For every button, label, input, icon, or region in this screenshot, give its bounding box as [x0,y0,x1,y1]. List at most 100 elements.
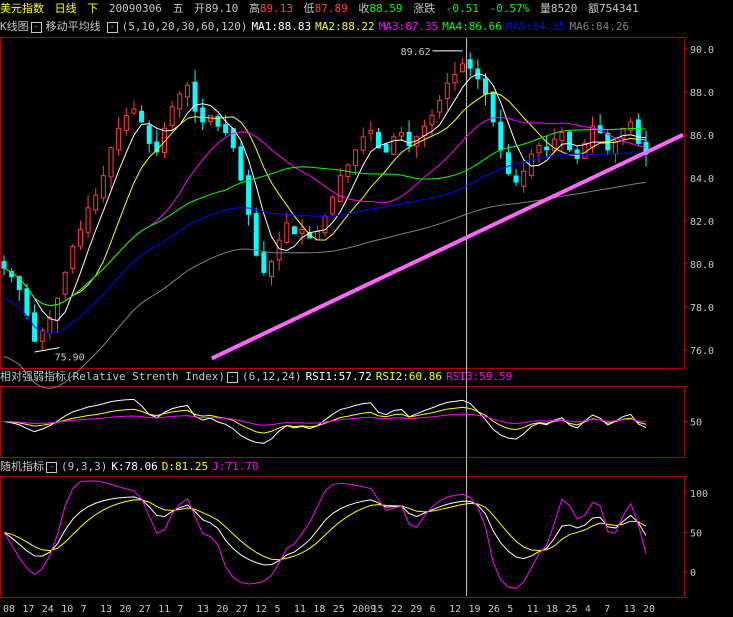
candle-body [55,297,60,321]
candle-body [383,143,389,153]
candle-body [24,288,30,316]
x-tick-label: 20 [216,604,228,615]
candle-body [437,99,443,113]
candle-body [261,252,267,273]
candle-body [498,121,504,151]
price-tick-label: 88.0 [690,88,714,99]
x-tick-label: 18 [546,604,558,615]
candle-body [177,93,183,110]
candle-body [146,125,152,144]
candle-body [612,140,618,155]
kdj-tick-label: 100 [690,489,708,500]
price-tick-label: 82.0 [690,217,714,228]
x-tick-label: 6 [430,604,436,615]
x-tick-label: 4 [585,604,591,615]
candle-body [184,84,190,98]
candle-body [291,226,297,235]
ma6-line [3,181,647,389]
price-tick-label: 76.0 [690,346,714,357]
ma3-line [3,116,647,307]
x-tick-label: 18 [313,604,325,615]
candle-body [483,78,488,95]
candle-body [513,175,519,183]
candle-body [108,147,114,178]
candle-body [398,132,404,137]
candle-body [444,82,450,100]
candle-body [299,228,305,234]
candle-body [391,136,397,156]
candle-body [223,124,229,134]
kdj-tick-label: 0 [690,568,696,579]
x-tick-label: 29 [410,604,422,615]
candle-body [1,261,7,269]
x-tick-label: 17 [22,604,34,615]
candle-body [353,149,359,167]
candle-body [368,129,374,134]
x-tick-label: 11 [294,604,306,615]
candle-body [62,271,68,295]
x-tick-label: 19 [468,604,480,615]
price-tick-label: 78.0 [690,303,714,314]
x-tick-label: 12 [255,604,267,615]
x-tick-label: 20 [119,604,131,615]
x-tick-label: 10 [61,604,73,615]
candle-body [47,317,53,334]
high-annotation: 89.62 [401,47,431,58]
candle-body [421,125,427,137]
candle-body [505,152,511,174]
low-annotation: 75.90 [55,353,85,364]
x-tick-label: 20 [643,604,655,615]
price-tick-label: 86.0 [690,131,714,142]
candle-body [429,114,435,126]
x-tick-label: 12 [449,604,461,615]
x-tick-label: 13 [100,604,112,615]
candle-body [139,110,145,123]
low-annotation-line [34,347,60,353]
x-tick-label: 13 [197,604,209,615]
candle-body [330,196,336,215]
x-tick-label: 25 [333,604,345,615]
x-tick-label: 5 [507,604,513,615]
candle-body [85,207,91,233]
candle-body [77,228,83,247]
x-tick-label: 26 [488,604,500,615]
candle-body [582,142,588,159]
candle-body [169,106,175,126]
candle-body [100,175,106,199]
candle-body [460,63,466,73]
x-tick-label: 5 [275,604,281,615]
x-tick-label: 27 [139,604,151,615]
x-tick-label: 24 [42,604,54,615]
x-tick-label: 13 [624,604,636,615]
x-tick-label: 25 [565,604,577,615]
price-tick-label: 80.0 [690,260,714,271]
candle-body [345,164,351,177]
candle-body [131,108,137,114]
price-tick-label: 90.0 [690,45,714,56]
candle-body [559,132,565,141]
candle-body [276,239,282,261]
candle-body [521,170,527,187]
x-tick-label: 27 [236,604,248,615]
candle-body [467,59,473,69]
candle-body [200,107,206,123]
candle-body [93,194,99,211]
candle-body [406,131,412,147]
candle-body [123,114,129,132]
x-tick-label: 15 [371,604,383,615]
candle-body [269,261,274,277]
candle-body [360,136,366,151]
kdj-tick-label: 50 [690,529,702,540]
candle-body [544,146,550,151]
rsi-tick-label: 50 [690,418,702,429]
x-tick-label: 22 [391,604,403,615]
chart-canvas[interactable]: 90.0 88.0 86.0 84.0 82.0 80.0 78.0 76.0 89.62 75.… [0,0,733,617]
kdj-k-line [3,496,647,566]
x-tick-label: 11 [158,604,170,615]
candle-body [567,131,573,151]
candle-body [116,127,122,151]
x-tick-label: 7 [604,604,610,615]
candle-body [536,145,542,154]
x-tick-label: 7 [81,604,87,615]
x-tick-label: 08 [3,604,15,615]
